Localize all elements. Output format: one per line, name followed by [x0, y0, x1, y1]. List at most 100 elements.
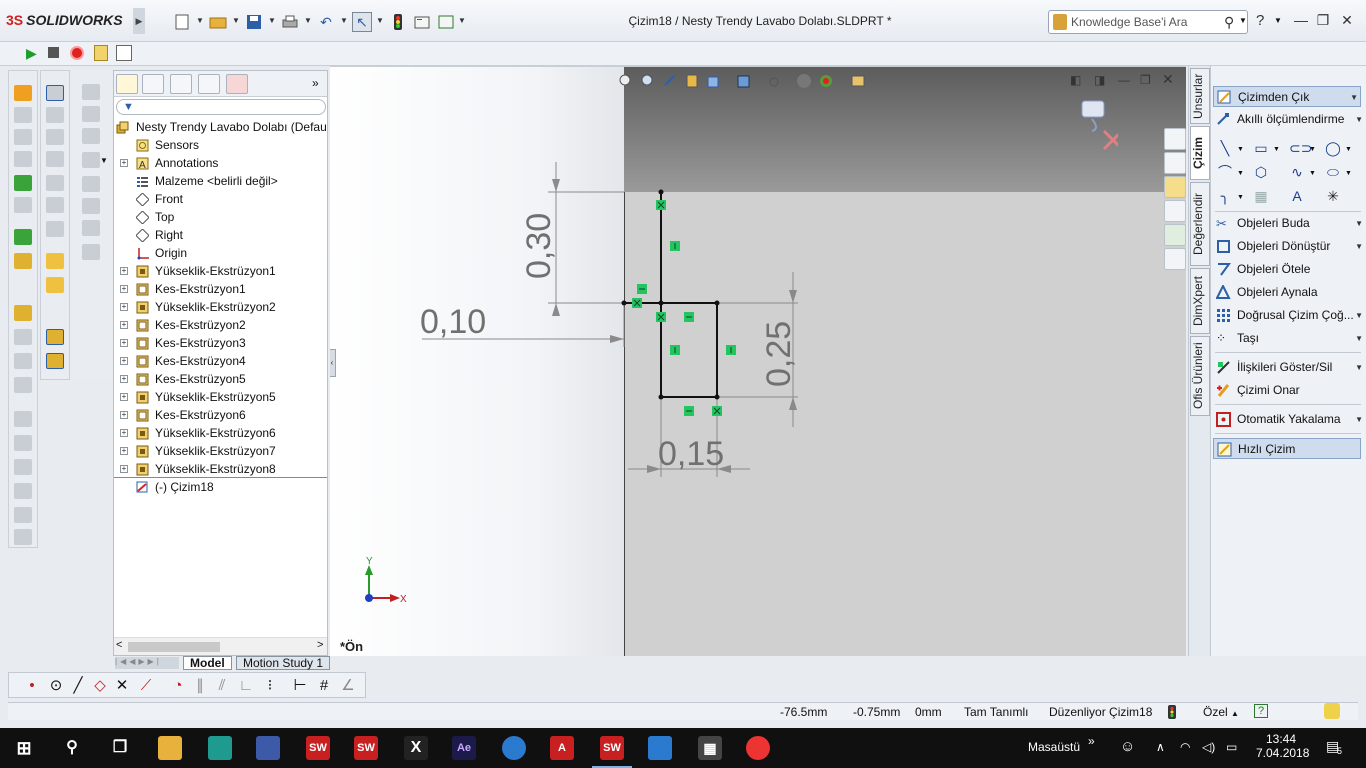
line-dropdown-icon[interactable]: ▼	[1237, 146, 1244, 153]
fillet-sketch-icon[interactable]: ╮	[1217, 188, 1233, 204]
dome-icon[interactable]	[14, 435, 32, 451]
stop-macro-icon[interactable]	[48, 47, 59, 58]
keyboard-icon[interactable]: ▭	[1226, 740, 1237, 754]
minimize-icon[interactable]: —	[1290, 12, 1312, 28]
resources-icon[interactable]	[1164, 152, 1186, 174]
convert-entities-button[interactable]: Objeleri Dönüştür ▼	[1213, 236, 1363, 257]
display-manager-tab-icon[interactable]	[226, 74, 248, 94]
points-tool-icon[interactable]: ⁝	[261, 677, 279, 695]
tree-expand-icon[interactable]: +	[120, 285, 128, 293]
tangent-tool-icon[interactable]: ⟋	[137, 677, 155, 695]
right-view-icon[interactable]	[46, 197, 64, 213]
solidworks-logo[interactable]: 3S SOLIDWORKS	[6, 12, 123, 28]
windows-start-icon[interactable]: ⊞	[12, 736, 36, 760]
intersection-tool-icon[interactable]: ◇	[91, 677, 109, 695]
shell-icon[interactable]	[14, 377, 32, 393]
pattern-icon[interactable]	[14, 305, 32, 321]
mirror-entities-button[interactable]: Objeleri Aynala	[1213, 282, 1361, 303]
helix-icon[interactable]	[82, 220, 100, 236]
reference-geometry-icon[interactable]	[14, 507, 32, 523]
draft-icon[interactable]	[14, 353, 32, 369]
graphics-viewport[interactable]: ‹ ◧ ◨ — ❐ ✕ 0,30 0,10 0,25 0,15 Y X *Ön	[330, 66, 1186, 656]
tab-dimxpert[interactable]: DimXpert	[1190, 268, 1210, 334]
quick-snaps-button[interactable]: Otomatik Yakalama ▼	[1213, 409, 1363, 430]
rapid-sketch-button[interactable]: Hızlı Çizim	[1213, 438, 1361, 459]
select-dropdown-icon[interactable]: ▼	[376, 16, 384, 25]
feature-tree-filter[interactable]: ▼	[116, 99, 326, 115]
trim-dropdown-icon[interactable]: ▼	[1355, 213, 1363, 234]
tab-sketch[interactable]: Çizim	[1190, 126, 1210, 180]
app-taskbar-icon-1[interactable]	[208, 736, 232, 760]
network-icon[interactable]: ◠	[1180, 740, 1190, 754]
record-macro-icon[interactable]	[70, 46, 84, 60]
file-explorer-taskbar-icon[interactable]	[158, 736, 182, 760]
point-tool-icon[interactable]: •	[23, 677, 41, 695]
exit-sketch-button[interactable]: Çizimden Çık ▼	[1213, 86, 1361, 107]
rollback-bar[interactable]	[114, 477, 327, 478]
calculator-taskbar-icon[interactable]: ▦	[698, 736, 722, 760]
circle-icon[interactable]: ◯	[1325, 140, 1341, 156]
extrude-boss-icon[interactable]	[14, 85, 32, 101]
fillet-dropdown-icon[interactable]: ▼	[1237, 194, 1244, 201]
save-icon[interactable]	[244, 12, 264, 32]
slot-icon[interactable]: ⊂⊃	[1289, 140, 1312, 156]
tab-office-products[interactable]: Ofis Ürünleri	[1190, 336, 1210, 416]
rebuild-traffic-light-icon[interactable]	[388, 12, 408, 32]
exit-sketch-dropdown-icon[interactable]: ▼	[1350, 87, 1358, 108]
property-manager-tab-icon[interactable]	[142, 74, 164, 94]
normal-to-icon[interactable]	[46, 129, 64, 145]
coordinate-system-icon[interactable]	[82, 128, 100, 144]
ref-dropdown-icon[interactable]: ▼	[100, 156, 108, 165]
undo-icon[interactable]: ↶	[316, 12, 336, 32]
sketch-profile[interactable]	[624, 192, 718, 398]
front-view-icon[interactable]	[46, 151, 64, 167]
sketch-3d-icon[interactable]	[46, 85, 64, 101]
edit-macro-icon[interactable]	[116, 45, 132, 61]
angle-tool-icon[interactable]: ∟	[237, 677, 255, 695]
tree-expand-icon[interactable]: +	[120, 267, 128, 275]
fillet-icon[interactable]	[14, 253, 32, 269]
circle-dropdown-icon[interactable]: ▼	[1345, 146, 1352, 153]
circle-tool-icon[interactable]: ⊙	[47, 677, 65, 695]
appearances-icon[interactable]	[1164, 224, 1186, 246]
file-properties-icon[interactable]	[412, 12, 432, 32]
search-input[interactable]	[1071, 14, 1221, 30]
sweep-icon[interactable]	[14, 129, 32, 145]
wrap-icon[interactable]	[14, 411, 32, 427]
hscroll-thumb[interactable]	[128, 642, 220, 652]
clock[interactable]: 13:44 7.04.2018	[1256, 732, 1309, 760]
axis-ref-icon[interactable]	[82, 106, 100, 122]
move-entities-button[interactable]: ⁘ Taşı ▼	[1213, 328, 1363, 349]
chrome-taskbar-icon[interactable]	[746, 736, 770, 760]
quick-tips-icon[interactable]: ?	[1254, 704, 1268, 718]
app-taskbar-icon-2[interactable]	[256, 736, 280, 760]
grid-tool-icon[interactable]: #	[315, 677, 333, 695]
sketch-picture-icon[interactable]	[46, 329, 64, 345]
edit-sketch-icon[interactable]	[46, 253, 64, 269]
new-macro-icon[interactable]	[94, 45, 108, 61]
help-icon[interactable]: ?	[1256, 12, 1264, 29]
app-taskbar-icon-3[interactable]	[502, 736, 526, 760]
surface-icon[interactable]	[82, 244, 100, 260]
scroll-left-icon[interactable]: <	[116, 639, 122, 651]
expand-tabs-icon[interactable]: »	[312, 76, 319, 90]
hole-wizard-icon[interactable]	[14, 197, 32, 213]
view-orientation-icon[interactable]	[46, 107, 64, 123]
horizontal-tool-icon[interactable]: ⫽	[213, 677, 231, 695]
offset-entities-button[interactable]: Objeleri Ötele	[1213, 259, 1361, 280]
intersect-icon[interactable]	[14, 459, 32, 475]
tree-expand-icon[interactable]: +	[120, 393, 128, 401]
tree-expand-icon[interactable]: +	[120, 465, 128, 473]
point-sketch-icon[interactable]: ✳	[1325, 188, 1341, 204]
sketch-relations[interactable]	[632, 200, 736, 416]
parallel-tool-icon[interactable]: ∥	[191, 677, 209, 695]
line-icon[interactable]: ╲	[1217, 140, 1233, 156]
select-pointer-icon[interactable]: ↖	[352, 12, 372, 32]
photos-taskbar-icon[interactable]	[648, 736, 672, 760]
xforce-taskbar-icon[interactable]: X	[404, 736, 428, 760]
print-icon[interactable]	[280, 12, 300, 32]
cut-revolve-icon[interactable]	[14, 229, 32, 245]
arc-icon[interactable]: ⌒	[1217, 164, 1233, 180]
revolve-boss-icon[interactable]	[14, 107, 32, 123]
dimension-tool-icon[interactable]: ⊢	[291, 677, 309, 695]
